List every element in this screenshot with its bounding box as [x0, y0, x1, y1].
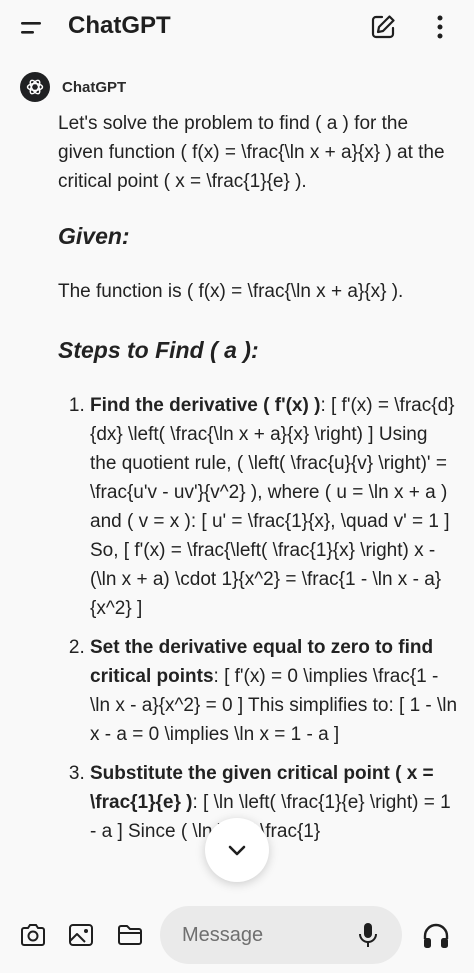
- more-options-button[interactable]: [428, 12, 452, 42]
- menu-icon: [21, 22, 41, 34]
- more-vertical-icon: [437, 15, 443, 39]
- step-item: Substitute the given critical point ( x …: [90, 759, 458, 846]
- chatgpt-avatar: [20, 72, 50, 102]
- sender-name: ChatGPT: [62, 78, 127, 96]
- step-title: Find the derivative ( f'(x) ): [90, 395, 321, 416]
- app-title: ChatGPT: [68, 12, 171, 39]
- composer-bar: [0, 902, 474, 973]
- folder-icon: [118, 925, 142, 945]
- camera-icon: [21, 924, 45, 946]
- openai-logo-icon: [26, 79, 44, 95]
- steps-list: Find the derivative ( f'(x) ): [ f'(x) =…: [58, 391, 458, 846]
- headphones-icon: [423, 923, 449, 948]
- step-text: : [ f'(x) = \frac{d}{dx} \left( \frac{\l…: [90, 395, 455, 619]
- files-button[interactable]: [115, 920, 145, 950]
- microphone-icon: [359, 923, 377, 947]
- microphone-button[interactable]: [356, 920, 380, 950]
- camera-button[interactable]: [18, 920, 48, 950]
- menu-button[interactable]: [18, 16, 46, 40]
- given-paragraph: The function is ( f(x) = \frac{\ln x + a…: [58, 281, 404, 302]
- new-chat-icon: [371, 15, 395, 39]
- chevron-down-icon: [228, 845, 246, 856]
- message-composer[interactable]: [160, 906, 402, 964]
- new-chat-button[interactable]: [368, 12, 398, 42]
- image-icon: [69, 924, 93, 946]
- step-item: Find the derivative ( f'(x) ): [ f'(x) =…: [90, 391, 458, 623]
- assistant-message: Let's solve the problem to find ( a ) fo…: [58, 109, 458, 856]
- image-button[interactable]: [66, 920, 96, 950]
- message-header: ChatGPT: [20, 72, 126, 102]
- scroll-to-bottom-button[interactable]: [205, 818, 269, 882]
- given-heading: Given:: [58, 223, 130, 249]
- step-item: Set the derivative equal to zero to find…: [90, 633, 458, 749]
- chat-area[interactable]: ChatGPT Let's solve the problem to find …: [0, 56, 474, 902]
- voice-mode-button[interactable]: [420, 920, 452, 952]
- message-input[interactable]: [180, 919, 344, 951]
- intro-paragraph: Let's solve the problem to find ( a ) fo…: [58, 113, 445, 192]
- steps-heading: Steps to Find ( a ):: [58, 337, 259, 363]
- top-bar: ChatGPT: [0, 0, 474, 56]
